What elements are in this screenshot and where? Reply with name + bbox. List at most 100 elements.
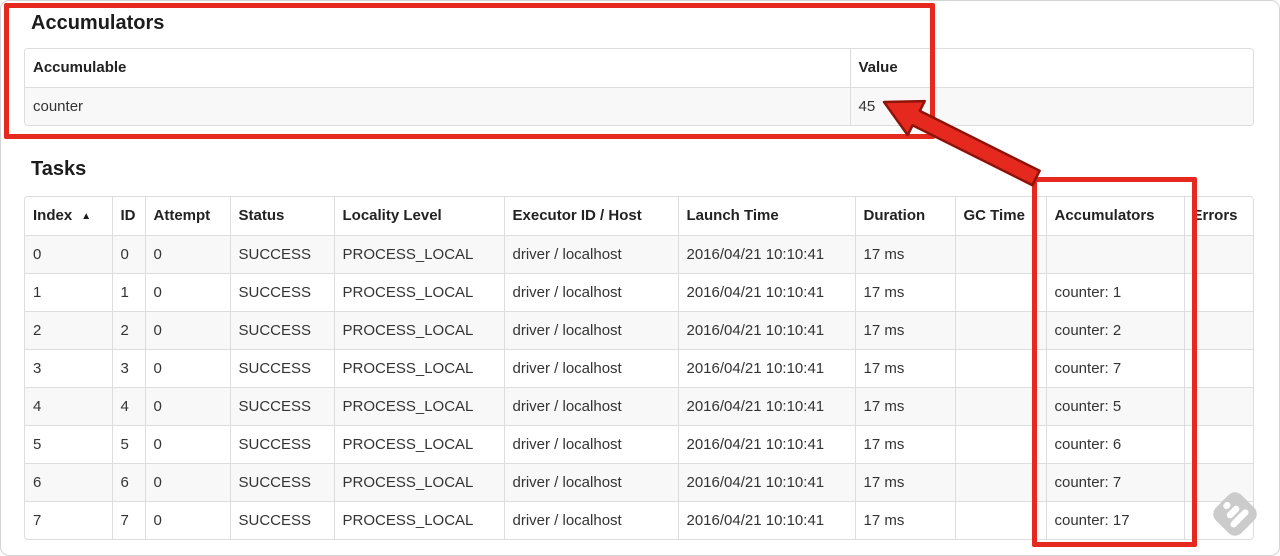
- cell: PROCESS_LOCAL: [333, 462, 504, 501]
- tasks-section-title: Tasks: [31, 158, 87, 180]
- cell: [1183, 424, 1253, 463]
- table-row: 3 3 0 SUCCESS PROCESS_LOCAL driver / loc…: [25, 348, 1253, 387]
- column-header-status[interactable]: Status: [229, 197, 334, 235]
- cell: 0: [144, 272, 230, 311]
- table-row: 5 5 0 SUCCESS PROCESS_LOCAL driver / loc…: [25, 424, 1253, 463]
- cell: 6: [111, 462, 145, 501]
- cell: 2016/04/21 10:10:41: [677, 386, 855, 425]
- cell: 2016/04/21 10:10:41: [677, 424, 855, 463]
- cell: driver / localhost: [503, 386, 678, 425]
- column-header-index[interactable]: Index ▲: [25, 197, 112, 235]
- cell: 4: [111, 386, 145, 425]
- cell: SUCCESS: [229, 272, 334, 311]
- cell: 3: [25, 348, 112, 387]
- skitch-watermark-icon: [1213, 492, 1257, 536]
- cell: [954, 424, 1046, 463]
- spark-stage-page: Accumulators Accumulable Value counter 4…: [0, 0, 1280, 556]
- table-row: 4 4 0 SUCCESS PROCESS_LOCAL driver / loc…: [25, 386, 1253, 425]
- cell: [1183, 234, 1253, 273]
- cell: 0: [144, 462, 230, 501]
- cell: 7: [111, 500, 145, 539]
- column-header-accumulators[interactable]: Accumulators: [1045, 197, 1184, 235]
- cell: 3: [111, 348, 145, 387]
- cell: 17 ms: [854, 272, 955, 311]
- tasks-table: Index ▲ ID Attempt Status Locality Level …: [24, 196, 1254, 540]
- cell: 17 ms: [854, 234, 955, 273]
- column-header-attempt[interactable]: Attempt: [144, 197, 230, 235]
- cell: counter: 1: [1045, 272, 1184, 311]
- column-header-index-label: Index: [33, 207, 73, 225]
- cell: counter: 17: [1045, 500, 1184, 539]
- cell: [1183, 272, 1253, 311]
- cell: [954, 310, 1046, 349]
- cell: 17 ms: [854, 500, 955, 539]
- cell: counter: 7: [1045, 348, 1184, 387]
- cell: PROCESS_LOCAL: [333, 310, 504, 349]
- cell: SUCCESS: [229, 386, 334, 425]
- cell: driver / localhost: [503, 310, 678, 349]
- cell: [1183, 386, 1253, 425]
- cell: 4: [25, 386, 112, 425]
- cell: PROCESS_LOCAL: [333, 234, 504, 273]
- table-row: 1 1 0 SUCCESS PROCESS_LOCAL driver / loc…: [25, 272, 1253, 311]
- cell: 0: [25, 234, 112, 273]
- table-row: 2 2 0 SUCCESS PROCESS_LOCAL driver / loc…: [25, 310, 1253, 349]
- cell: 0: [144, 310, 230, 349]
- cell: counter: 6: [1045, 424, 1184, 463]
- table-row: counter 45: [25, 86, 1253, 125]
- cell: 2016/04/21 10:10:41: [677, 234, 855, 273]
- cell: 6: [25, 462, 112, 501]
- accumulators-section-title: Accumulators: [31, 12, 165, 34]
- column-header-value: Value: [849, 49, 1253, 87]
- cell: 0: [144, 424, 230, 463]
- cell: 17 ms: [854, 424, 955, 463]
- cell: 0: [111, 234, 145, 273]
- column-header-executor-id-host[interactable]: Executor ID / Host: [503, 197, 678, 235]
- cell: counter: 5: [1045, 386, 1184, 425]
- cell: 1: [25, 272, 112, 311]
- cell: SUCCESS: [229, 462, 334, 501]
- cell-accumulable: counter: [25, 86, 850, 125]
- table-row: 7 7 0 SUCCESS PROCESS_LOCAL driver / loc…: [25, 500, 1253, 539]
- column-header-gc-time[interactable]: GC Time: [954, 197, 1046, 235]
- cell: 2: [25, 310, 112, 349]
- cell: PROCESS_LOCAL: [333, 500, 504, 539]
- table-header-row: Accumulable Value: [25, 49, 1253, 87]
- cell: PROCESS_LOCAL: [333, 386, 504, 425]
- column-header-launch-time[interactable]: Launch Time: [677, 197, 855, 235]
- cell: [1045, 234, 1184, 273]
- cell: counter: 7: [1045, 462, 1184, 501]
- cell: SUCCESS: [229, 234, 334, 273]
- cell: SUCCESS: [229, 500, 334, 539]
- cell: PROCESS_LOCAL: [333, 348, 504, 387]
- cell: 0: [144, 500, 230, 539]
- cell: 5: [25, 424, 112, 463]
- cell: [1183, 348, 1253, 387]
- cell: driver / localhost: [503, 272, 678, 311]
- column-header-locality-level[interactable]: Locality Level: [333, 197, 504, 235]
- cell: [954, 272, 1046, 311]
- cell: [954, 348, 1046, 387]
- cell: driver / localhost: [503, 500, 678, 539]
- cell: 17 ms: [854, 462, 955, 501]
- cell: 0: [144, 386, 230, 425]
- cell: counter: 2: [1045, 310, 1184, 349]
- cell: 7: [25, 500, 112, 539]
- cell: [954, 386, 1046, 425]
- cell: [954, 462, 1046, 501]
- cell: [954, 234, 1046, 273]
- column-header-duration[interactable]: Duration: [854, 197, 955, 235]
- table-header-row: Index ▲ ID Attempt Status Locality Level …: [25, 197, 1253, 235]
- cell: driver / localhost: [503, 462, 678, 501]
- accumulators-table: Accumulable Value counter 45: [24, 48, 1254, 126]
- cell: SUCCESS: [229, 424, 334, 463]
- column-header-errors[interactable]: Errors: [1183, 197, 1253, 235]
- sort-asc-icon: ▲: [81, 211, 92, 223]
- column-header-accumulable: Accumulable: [25, 49, 850, 87]
- cell: [1183, 310, 1253, 349]
- cell: driver / localhost: [503, 424, 678, 463]
- cell: 2016/04/21 10:10:41: [677, 500, 855, 539]
- column-header-id[interactable]: ID: [111, 197, 145, 235]
- cell: 17 ms: [854, 348, 955, 387]
- cell: [954, 500, 1046, 539]
